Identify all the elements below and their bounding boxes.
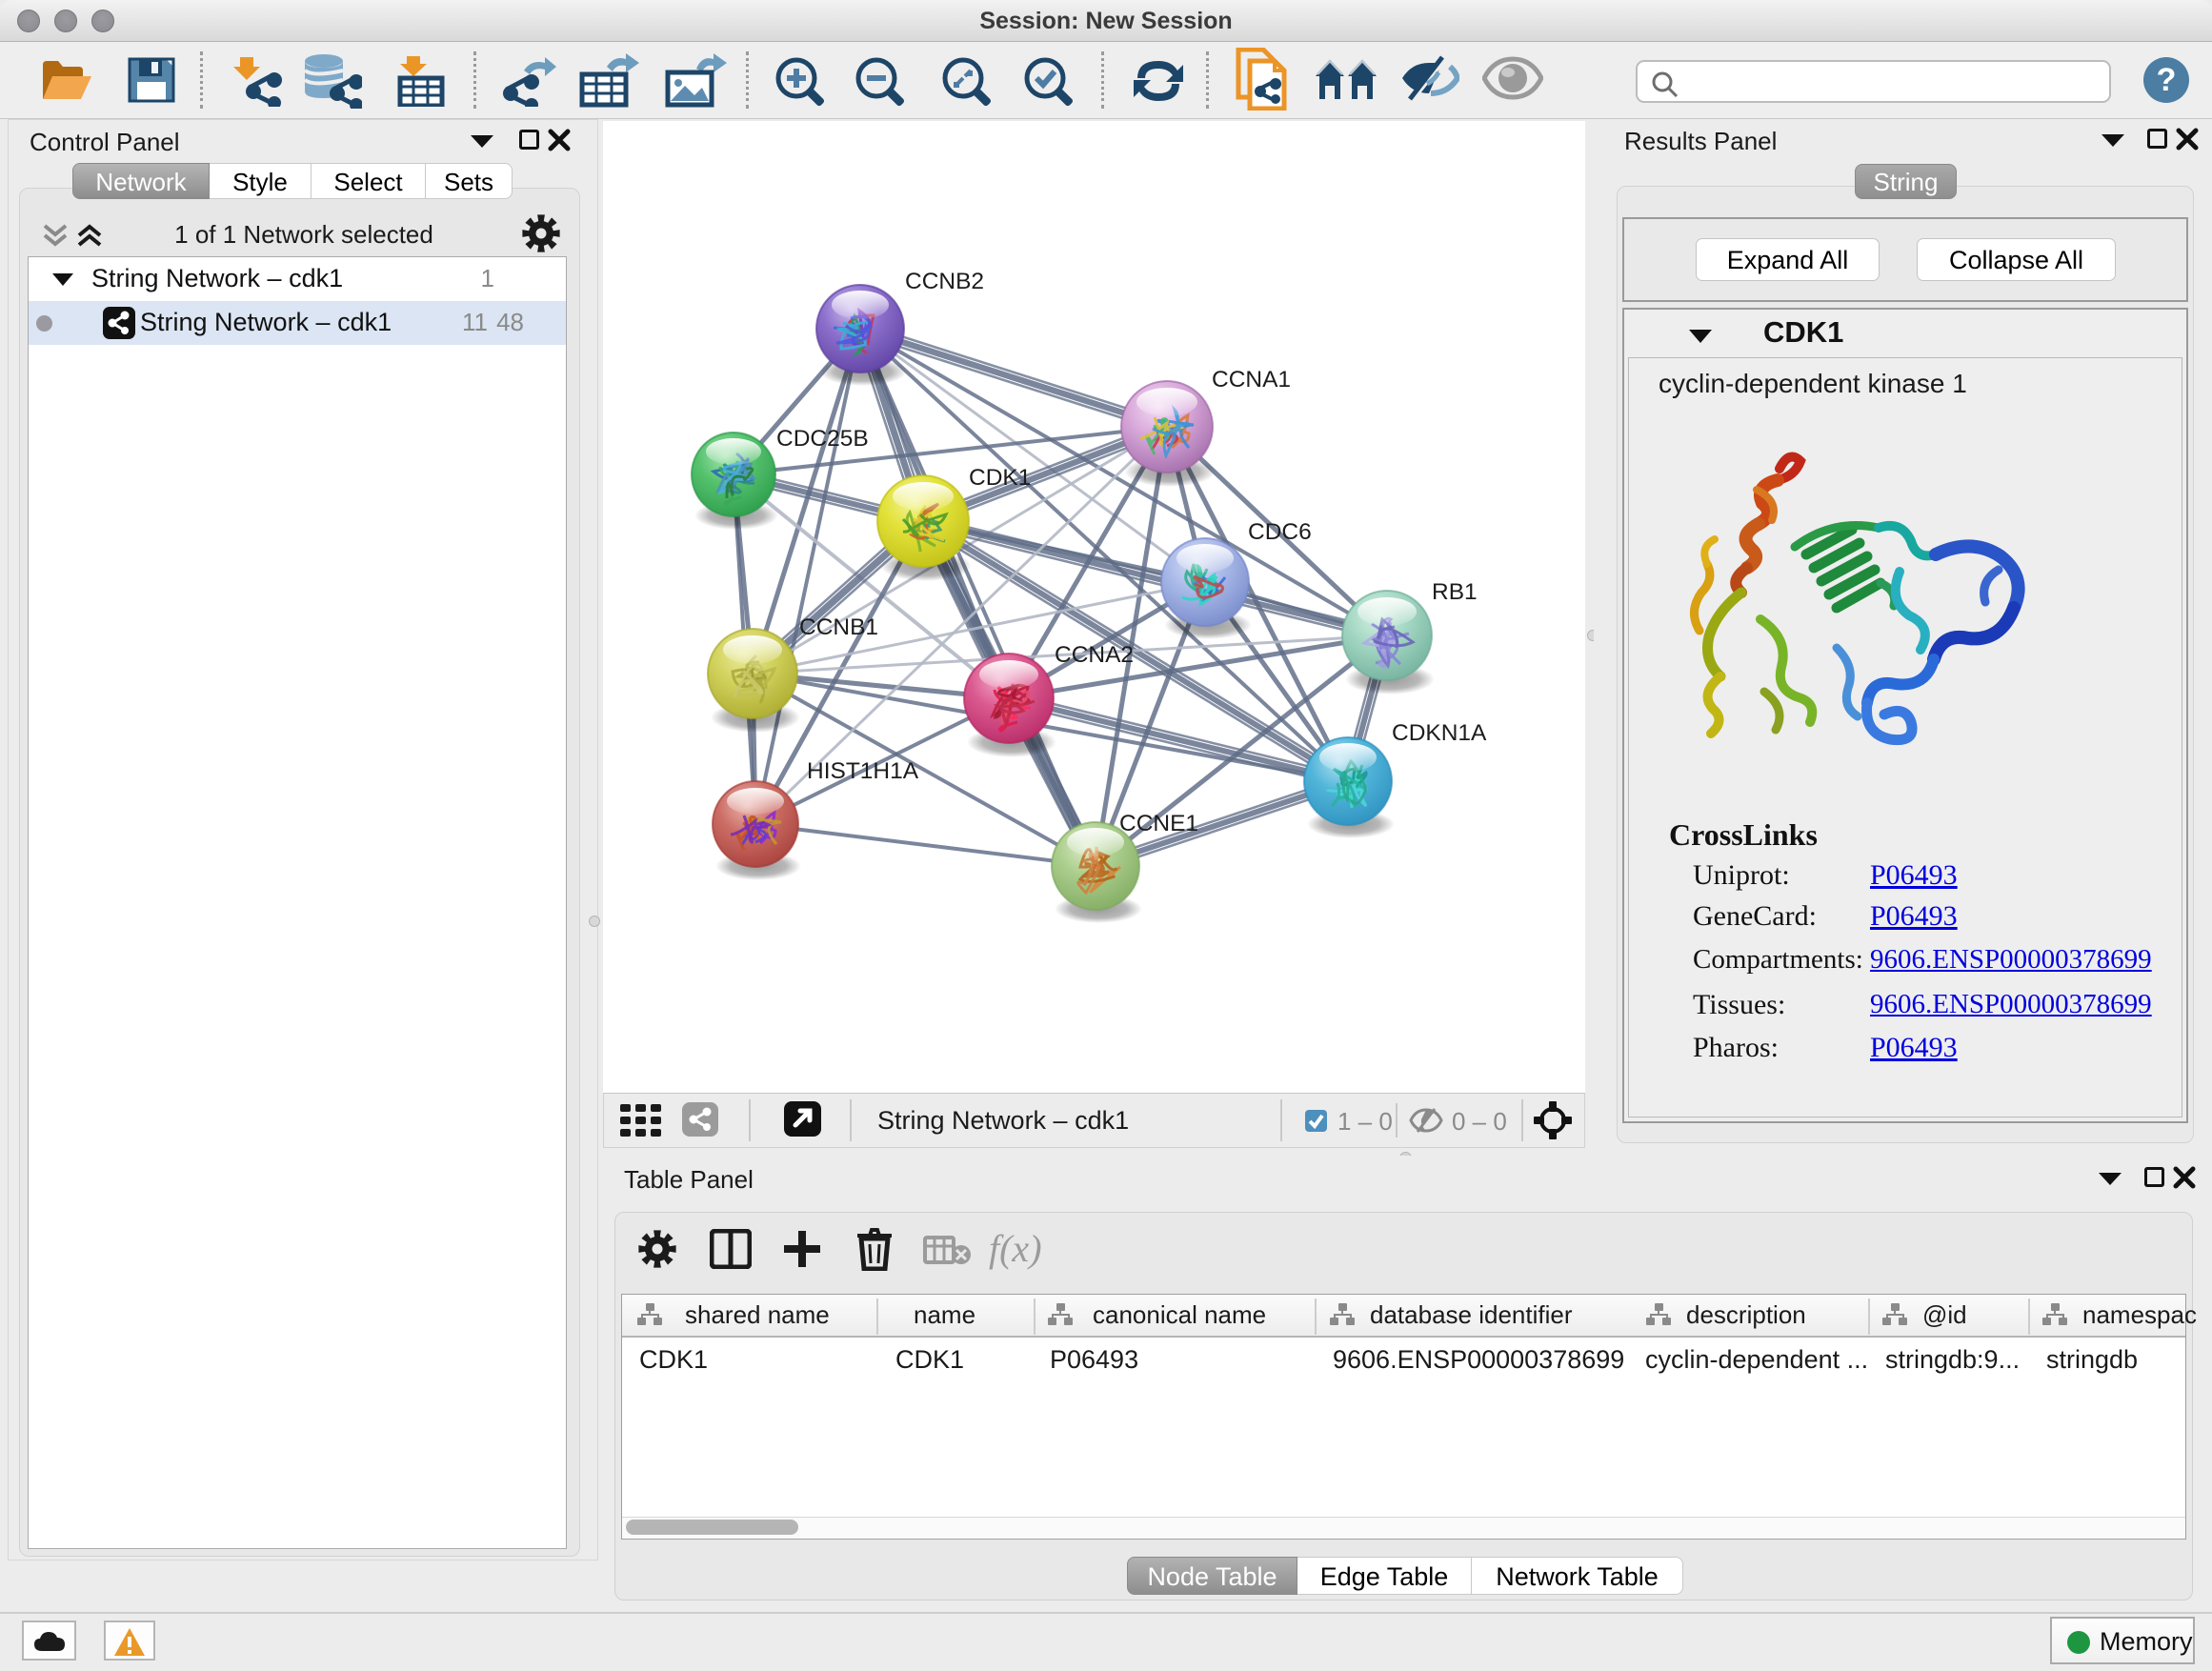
svg-text:CDC6: CDC6 — [1248, 519, 1312, 545]
svg-text:CCNA1: CCNA1 — [1212, 367, 1291, 393]
svg-text:CDKN1A: CDKN1A — [1392, 720, 1487, 746]
svg-text:CDC25B: CDC25B — [776, 426, 869, 452]
svg-text:RB1: RB1 — [1432, 579, 1478, 605]
svg-text:HIST1H1A: HIST1H1A — [807, 758, 919, 784]
svg-text:CCNB1: CCNB1 — [799, 614, 878, 640]
svg-text:CCNA2: CCNA2 — [1055, 642, 1134, 668]
svg-text:CCNE1: CCNE1 — [1119, 811, 1198, 836]
svg-text:CDK1: CDK1 — [969, 465, 1031, 491]
svg-text:?: ? — [2157, 62, 2177, 98]
svg-text:CCNB2: CCNB2 — [905, 269, 984, 294]
